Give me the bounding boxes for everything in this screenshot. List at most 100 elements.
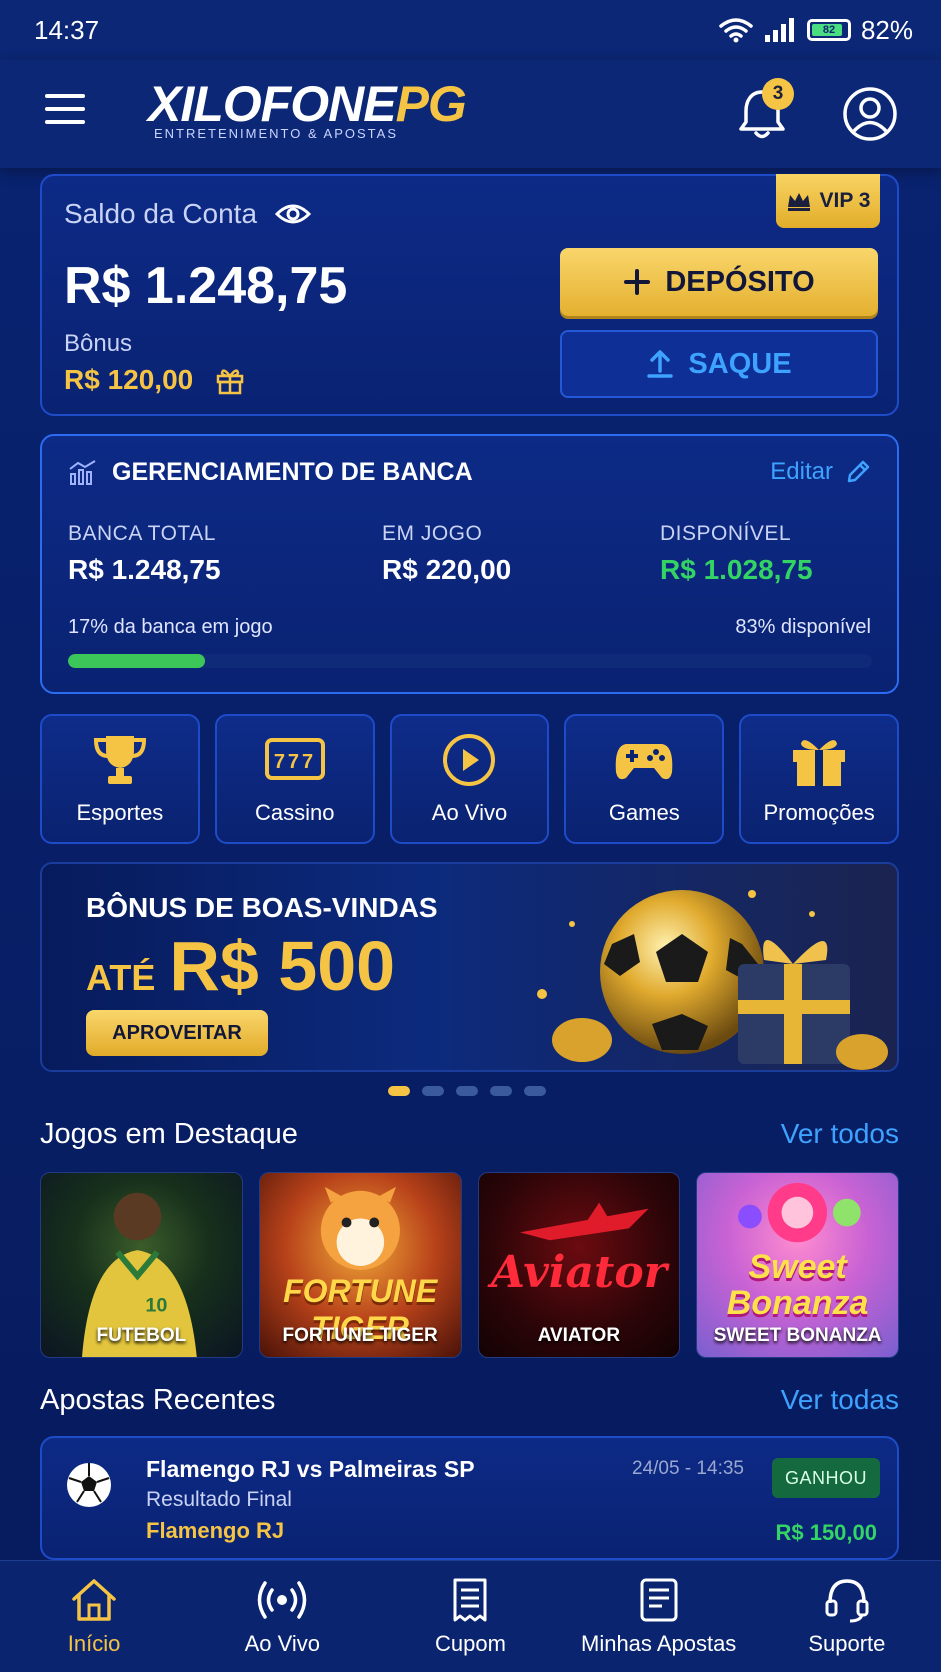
recent-bet-item[interactable]: Flamengo RJ vs Palmeiras SP Resultado Fi…: [40, 1436, 899, 1560]
game-card-futebol[interactable]: 10 FUTEBOL: [40, 1172, 243, 1358]
banner-cta-button[interactable]: APROVEITAR: [86, 1010, 268, 1056]
app-root: 14:37 82 82% XILOFONEPG ENTRETENIMENTO &…: [0, 0, 941, 1672]
bet-match: Flamengo RJ vs Palmeiras SP: [146, 1456, 475, 1482]
my-bets-icon: [640, 1578, 678, 1621]
category-label: Games: [608, 800, 680, 825]
category-games[interactable]: Games: [564, 714, 725, 844]
in-play-note: 17% da banca em jogo: [68, 616, 273, 638]
play-circle-icon: [443, 734, 496, 786]
banner-amount-row: ATÉ R$ 500: [86, 926, 395, 1006]
bankroll-title: GERENCIAMENTO DE BANCA: [112, 458, 473, 486]
live-broadcast-icon: [258, 1580, 307, 1619]
crown-icon: [787, 193, 810, 211]
game-card-sweet-bonanza[interactable]: Sweet Bonanza SWEET BONANZA: [696, 1172, 899, 1358]
carousel-dots: [388, 1086, 546, 1096]
nav-item-home[interactable]: Início: [9, 1577, 179, 1657]
battery-icon: 82: [806, 19, 851, 41]
chart-icon: [69, 459, 96, 485]
vip-badge[interactable]: VIP 3: [776, 174, 880, 228]
logo-pg: PG: [395, 76, 467, 132]
gamepad-icon: [615, 744, 673, 780]
view-all-bets-link[interactable]: Ver todas: [781, 1384, 899, 1416]
bet-amount: R$ 150,00: [775, 1520, 877, 1545]
category-label: Cassino: [254, 800, 335, 825]
gift-icon: [793, 740, 846, 786]
carousel-dot[interactable]: [388, 1086, 410, 1096]
category-label: Promoções: [763, 800, 875, 825]
status-icons: 82 82%: [719, 15, 913, 46]
available-label: DISPONÍVEL: [660, 522, 792, 545]
featured-games-title: Jogos em Destaque: [40, 1118, 298, 1150]
category-sports[interactable]: Esportes: [40, 714, 200, 844]
bet-pick: Flamengo RJ: [146, 1518, 285, 1543]
nav-label: Minhas Apostas: [581, 1630, 737, 1656]
category-casino[interactable]: 777 Cassino: [214, 714, 375, 844]
banner-amount: R$ 500: [169, 927, 396, 1005]
deposit-button[interactable]: DEPÓSITO: [560, 248, 878, 316]
profile-icon[interactable]: [842, 86, 898, 142]
bonus-label: Bônus: [64, 330, 133, 357]
bankroll-title-row: GERENCIAMENTO DE BANCA: [68, 458, 473, 487]
game-card-aviator[interactable]: Aviator AVIATOR: [477, 1172, 681, 1358]
wifi-icon: [719, 18, 753, 43]
edit-label: Editar: [770, 458, 833, 485]
withdraw-button[interactable]: SAQUE: [560, 330, 878, 398]
view-all-games-link[interactable]: Ver todos: [781, 1118, 899, 1150]
banner-amount-prefix: ATÉ: [86, 957, 156, 998]
carousel-dot[interactable]: [524, 1086, 546, 1096]
available-note: 83% disponível: [735, 616, 871, 638]
logo-text: XILOFONE: [148, 76, 397, 132]
carousel-dot[interactable]: [490, 1086, 512, 1096]
edit-bankroll-button[interactable]: Editar: [770, 458, 871, 486]
category-live[interactable]: Ao Vivo: [389, 714, 550, 844]
category-label: Esportes: [76, 800, 164, 825]
account-balance-card: Saldo da Conta R$ 1.248,75 Bônus R$ 120,…: [40, 174, 899, 416]
category-shortcuts: Esportes 777 Cassino Ao Vivo Games Promo…: [40, 714, 899, 844]
game-card-fortune-tiger[interactable]: FORTUNE TIGER FORTUNE TIGER: [258, 1172, 462, 1358]
vip-label: VIP 3: [819, 189, 871, 212]
notification-badge: 3: [762, 78, 794, 110]
brand-logo[interactable]: XILOFONEPG ENTRETENIMENTO & APOSTAS: [148, 76, 498, 156]
game-art-title: Sweet Bonanza: [726, 1248, 869, 1322]
in-play-value: R$ 220,00: [382, 554, 512, 585]
game-label: FUTEBOL: [96, 1325, 187, 1346]
headset-icon: [825, 1578, 869, 1622]
golden-ball-gift-illustration: [537, 890, 888, 1070]
coupon-icon: [453, 1578, 487, 1621]
bankroll-progress-fill: [68, 654, 205, 668]
nav-item-support[interactable]: Suporte: [762, 1577, 932, 1657]
nav-label: Ao Vivo: [244, 1630, 320, 1656]
balance-label: Saldo da Conta: [64, 198, 258, 229]
balance-label-row: Saldo da Conta: [64, 198, 312, 230]
carousel-dot[interactable]: [422, 1086, 444, 1096]
withdraw-label: SAQUE: [688, 347, 792, 380]
eye-icon[interactable]: [275, 202, 312, 226]
nav-item-coupon[interactable]: Cupom: [385, 1577, 555, 1657]
category-label: Ao Vivo: [431, 800, 508, 825]
bet-market: Resultado Final: [146, 1488, 292, 1511]
featured-games-row: 10 FUTEBOL FORTUNE TIGER FORTUNE TIGER A…: [40, 1172, 899, 1358]
carousel-dot[interactable]: [456, 1086, 478, 1096]
nav-item-live[interactable]: Ao Vivo: [197, 1577, 367, 1657]
signal-icon: [764, 18, 794, 42]
total-bankroll-label: BANCA TOTAL: [68, 522, 216, 545]
banner-title: BÔNUS DE BOAS-VINDAS: [86, 892, 438, 923]
nav-item-my-bets[interactable]: Minhas Apostas: [574, 1577, 744, 1657]
bonus-value: R$ 120,00: [64, 364, 194, 395]
category-promotions[interactable]: Promoções: [739, 714, 899, 844]
total-bankroll-value: R$ 1.248,75: [68, 554, 221, 585]
balance-value: R$ 1.248,75: [64, 257, 348, 315]
welcome-bonus-banner[interactable]: BÔNUS DE BOAS-VINDAS ATÉ R$ 500 APROVEIT…: [40, 862, 899, 1072]
svg-text:777: 777: [274, 751, 316, 773]
bet-date: 24/05 - 14:35: [632, 1458, 744, 1479]
bonus-value-row: R$ 120,00: [64, 364, 245, 396]
game-label: SWEET BONANZA: [713, 1325, 882, 1346]
bet-status-badge: GANHOU: [772, 1458, 880, 1498]
soccer-ball-icon: [67, 1463, 111, 1507]
status-time: 14:37: [34, 14, 100, 45]
game-art-title: Aviator: [490, 1247, 667, 1298]
menu-icon[interactable]: [45, 94, 85, 134]
trophy-icon: [93, 736, 146, 784]
game-label: FORTUNE TIGER: [282, 1325, 438, 1346]
svg-text:10: 10: [145, 1294, 167, 1316]
